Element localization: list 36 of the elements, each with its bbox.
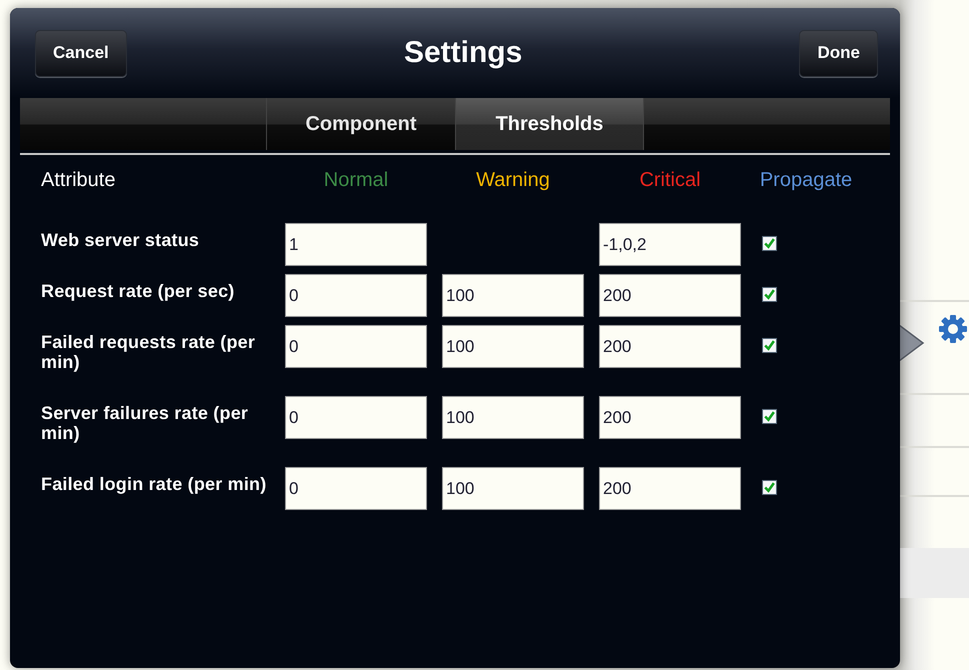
checkbox[interactable] (762, 287, 777, 302)
column-header: Critical (638, 169, 702, 192)
tab[interactable]: Thresholds (455, 98, 644, 150)
input-field[interactable]: 100 (442, 325, 584, 368)
checkbox[interactable] (762, 338, 777, 353)
input-field[interactable]: 100 (442, 467, 584, 510)
checkbox[interactable] (762, 409, 777, 424)
column-header: Attribute (41, 169, 116, 192)
settings-icon[interactable] (937, 313, 969, 345)
input-field[interactable]: 200 (599, 396, 741, 439)
input-field[interactable]: 200 (599, 274, 741, 317)
input-field[interactable]: 100 (442, 274, 584, 317)
pointer-icon (899, 325, 925, 361)
column-header: Propagate (758, 169, 854, 192)
input-field[interactable]: 0 (285, 467, 427, 510)
input-field[interactable]: -1,0,2 (599, 223, 741, 266)
input-field[interactable]: 100 (442, 396, 584, 439)
input-field[interactable]: 0 (285, 274, 427, 317)
attribute-label: Web server status (41, 229, 200, 252)
list-row-background (900, 548, 969, 598)
input-field[interactable]: 200 (599, 325, 741, 368)
attribute-label: Failed login rate (per min) (41, 473, 268, 496)
column-header: Warning (475, 169, 551, 192)
attribute-label: Failed requests rate (per min) (41, 331, 256, 374)
dialog-title: Settings (404, 36, 522, 70)
attribute-label: Server failures rate (per min) (41, 402, 250, 445)
input-field[interactable]: 1 (285, 223, 427, 266)
cancel-button[interactable]: Cancel (35, 30, 127, 76)
attribute-label: Request rate (per sec) (41, 280, 236, 303)
checkbox[interactable] (762, 480, 777, 495)
input-field[interactable]: 0 (285, 325, 427, 368)
column-header: Normal (322, 169, 390, 192)
done-button[interactable]: Done (799, 30, 878, 76)
input-field[interactable]: 200 (599, 467, 741, 510)
input-field[interactable]: 0 (285, 396, 427, 439)
checkbox[interactable] (762, 236, 777, 251)
